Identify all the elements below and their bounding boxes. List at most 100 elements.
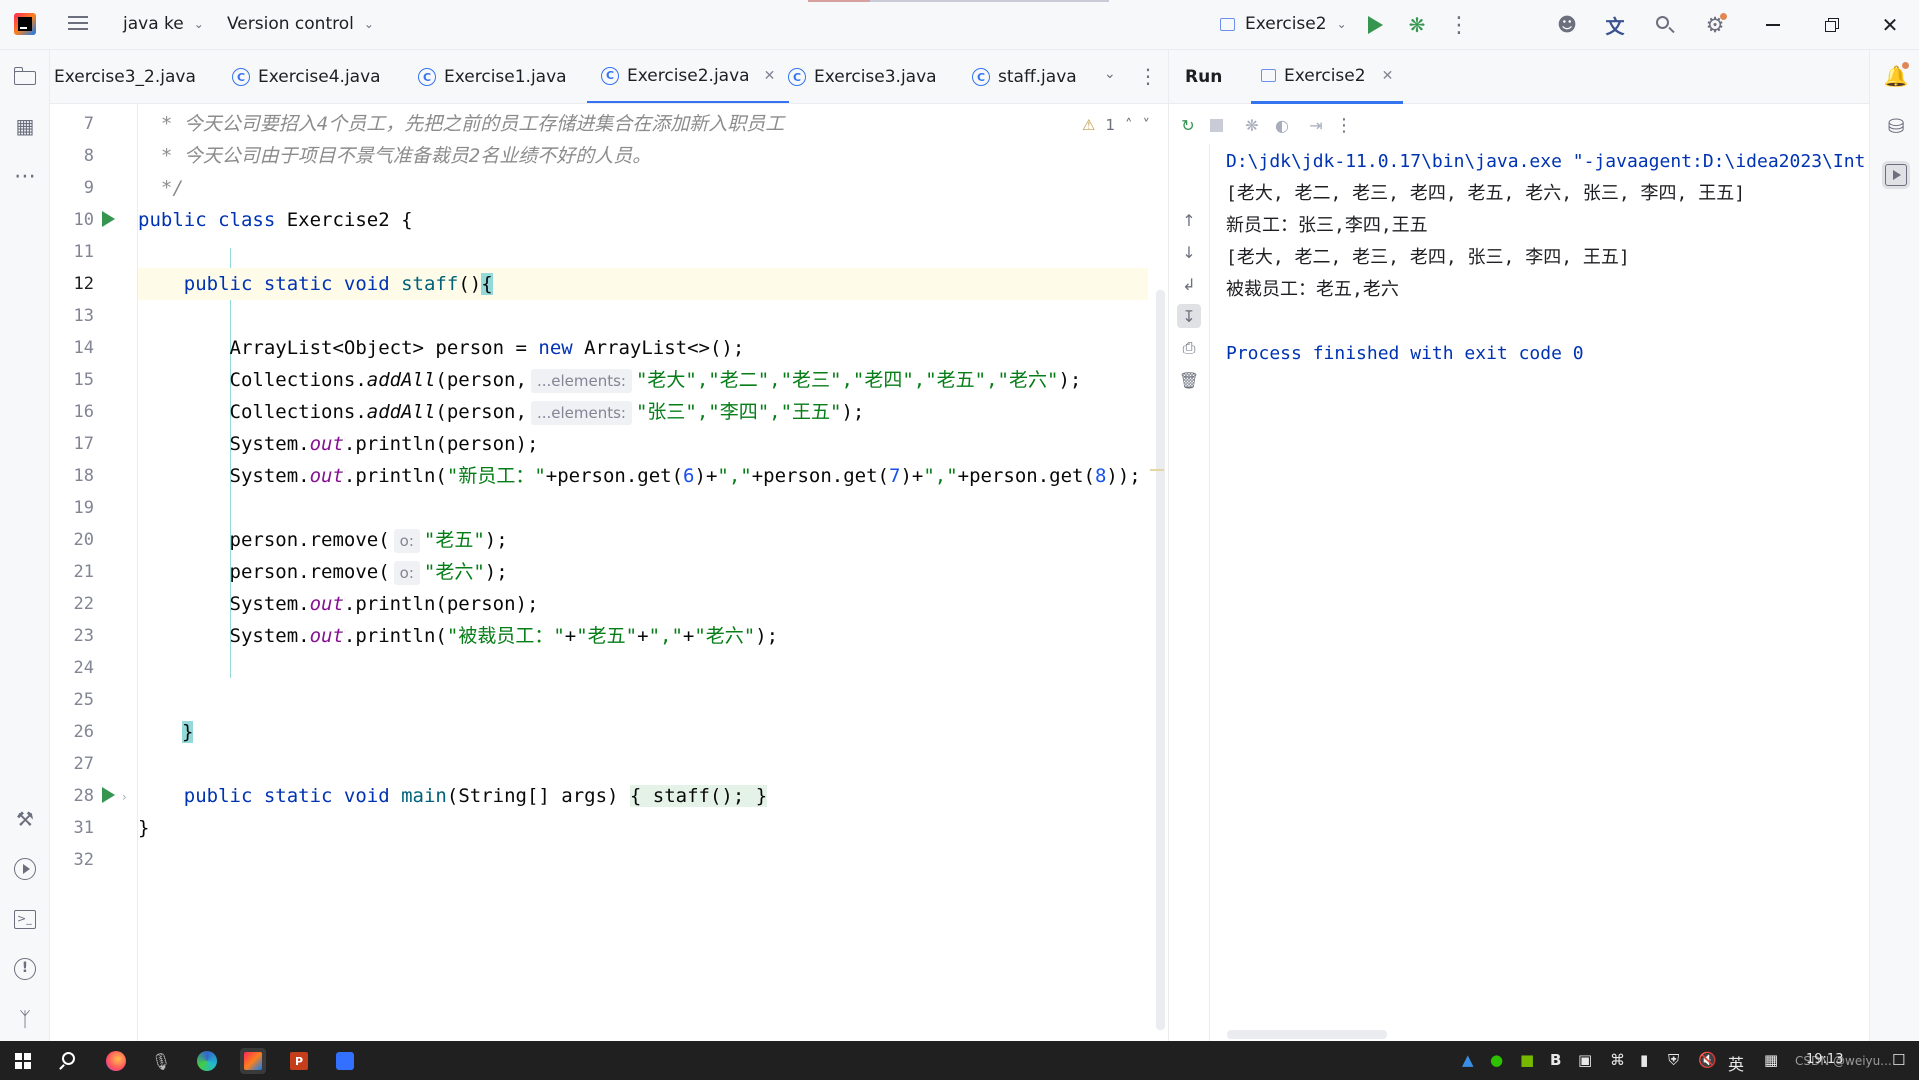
bluetooth-tray-icon[interactable]: ▲	[1462, 1051, 1474, 1069]
main-menu-icon[interactable]	[68, 14, 88, 32]
problems-icon[interactable]: !	[11, 955, 39, 983]
soft-wrap-icon[interactable]: ↲	[1177, 272, 1201, 296]
scroll-down-icon[interactable]: ↓	[1177, 240, 1201, 264]
debug-icon[interactable]: ❋	[1404, 12, 1430, 38]
minimize-icon[interactable]	[1760, 12, 1786, 38]
run-toolbar: ↻ ❋ ◐ ⇥ ⋮	[1169, 104, 1870, 144]
debug-bug-icon[interactable]: ❋	[1241, 114, 1263, 136]
scroll-up-icon[interactable]: ↑	[1177, 208, 1201, 232]
string-literal: "老六"	[694, 625, 756, 647]
git-branch-icon[interactable]: ᛉ	[11, 1005, 39, 1033]
editor-vertical-scrollbar[interactable]	[1156, 290, 1165, 1030]
ime-language-indicator[interactable]: 英	[1728, 1051, 1744, 1075]
add-user-icon[interactable]: ☻	[1554, 12, 1580, 38]
clock-time[interactable]: 19:13	[1806, 1052, 1843, 1067]
code-editor[interactable]: 7 8 9 10 11 12 13 14 15 16 17 18 19 20 2…	[50, 104, 1168, 1041]
more-options-icon[interactable]: ⋮	[1333, 114, 1355, 136]
tab-exercise3-2[interactable]: Exercise3_2.java	[50, 50, 196, 103]
tab-label: Exercise2.java	[627, 65, 750, 86]
run-gutter-icon[interactable]	[102, 787, 115, 803]
inspection-widget[interactable]: ⚠ 1 ˄ ˅	[1082, 116, 1150, 134]
structure-icon[interactable]: ▦	[11, 112, 39, 140]
intellij-logo-icon[interactable]	[14, 13, 36, 35]
vcs-selector[interactable]: Version control ⌄	[227, 14, 374, 34]
scrollbar-warning-mark[interactable]	[1150, 469, 1164, 471]
tab-exercise3[interactable]: C Exercise3.java	[788, 50, 937, 103]
ime-grid-icon[interactable]: ▦	[1764, 1051, 1778, 1069]
code-text: );	[484, 561, 508, 583]
edge-browser-icon[interactable]	[194, 1048, 220, 1074]
tab-exercise1[interactable]: C Exercise1.java	[418, 50, 567, 103]
tab-exercise4[interactable]: C Exercise4.java	[232, 50, 381, 103]
trash-icon[interactable]: 🗑	[1177, 368, 1201, 392]
search-icon[interactable]	[1652, 12, 1678, 38]
folded-code-region[interactable]: { staff(); }	[629, 785, 768, 807]
wifi-tray-icon[interactable]: ⌘	[1610, 1051, 1625, 1069]
run-tab-exercise2[interactable]: Exercise2 ✕	[1251, 50, 1404, 104]
line-number: 23	[73, 626, 94, 646]
project-selector[interactable]: java ke ⌄	[123, 14, 204, 34]
restore-icon[interactable]	[1819, 12, 1845, 38]
parameter-hint: o:	[393, 529, 420, 553]
battery-tray-icon[interactable]: ▮	[1640, 1051, 1648, 1069]
notification-center-icon[interactable]: ☐	[1892, 1051, 1905, 1069]
firefox-icon[interactable]	[103, 1048, 129, 1074]
scroll-to-end-icon[interactable]: ↧	[1177, 304, 1201, 328]
stop-icon[interactable]	[1205, 114, 1227, 136]
close-window-icon[interactable]: ✕	[1877, 12, 1903, 38]
tab-exercise2[interactable]: C Exercise2.java ✕	[587, 50, 790, 103]
close-tab-icon[interactable]: ✕	[1382, 68, 1394, 84]
translate-icon[interactable]: 文	[1602, 12, 1628, 38]
wechat-tray-icon[interactable]: ●	[1490, 1051, 1503, 1069]
security-tray-icon[interactable]: ⛨	[1668, 1051, 1679, 1069]
nvidia-tray-icon[interactable]: ■	[1520, 1051, 1534, 1069]
windows-start-icon[interactable]	[10, 1048, 36, 1074]
code-line-21: person.remove(o: "老六");	[138, 556, 1148, 588]
more-actions-icon[interactable]: ⋮	[1446, 12, 1472, 38]
console-line: 新员工：张三,李四,王五	[1226, 215, 1428, 236]
more-tools-icon[interactable]: ⋯	[11, 162, 39, 190]
run-panel-icon[interactable]	[1882, 161, 1910, 189]
tab-more-icon[interactable]: ⋮	[1138, 64, 1158, 88]
console-horizontal-scrollbar[interactable]	[1227, 1030, 1387, 1039]
powerpoint-icon[interactable]: P	[286, 1048, 312, 1074]
close-tab-icon[interactable]: ✕	[764, 68, 776, 84]
code-line-14: ArrayList<Object> person = new ArrayList…	[138, 332, 1148, 364]
run-gutter-icon[interactable]	[102, 211, 115, 227]
tab-label: Exercise3.java	[814, 67, 937, 87]
code-line-16: Collections.addAll(person, ...elements: "张…	[138, 396, 1148, 428]
run-config-selector[interactable]: Exercise2 ⌄	[1220, 14, 1347, 34]
code-text: +person.get(	[545, 465, 684, 487]
terminal-icon[interactable]: >_	[11, 905, 39, 933]
chevron-down-icon: ⌄	[363, 17, 374, 31]
code-line-20: person.remove(o: "老五");	[138, 524, 1148, 556]
clipboard-tray-icon[interactable]: ▣	[1578, 1051, 1592, 1069]
previous-highlight-icon[interactable]: ˄	[1125, 116, 1133, 134]
microphone-icon[interactable]: 🎙	[148, 1048, 174, 1074]
fold-chevron-icon[interactable]: ›	[122, 790, 127, 804]
string-literal: ","	[717, 465, 752, 487]
volume-tray-icon[interactable]: 🔇	[1698, 1051, 1717, 1069]
intellij-taskbar-icon[interactable]	[240, 1048, 266, 1074]
feishu-icon[interactable]	[332, 1048, 358, 1074]
print-icon[interactable]: ⎙	[1177, 336, 1201, 360]
line-number: 22	[73, 594, 94, 614]
b-tray-icon[interactable]: B	[1550, 1051, 1561, 1069]
exit-icon[interactable]: ⇥	[1305, 114, 1327, 136]
app-config-icon	[1261, 69, 1276, 82]
console-output[interactable]: D:\jdk\jdk-11.0.17\bin\java.exe "-javaag…	[1226, 146, 1866, 1026]
project-folder-icon[interactable]	[11, 62, 39, 90]
camera-icon[interactable]: ◐	[1271, 114, 1293, 136]
build-hammer-icon[interactable]: ⚒	[11, 805, 39, 833]
code-text: System.	[138, 625, 310, 647]
taskbar-search-icon[interactable]	[55, 1048, 81, 1074]
code-line-18: System.out.println("新员工："+person.get(6)+…	[138, 460, 1148, 492]
tab-list-chevron-icon[interactable]: ⌄	[1104, 66, 1116, 82]
services-icon[interactable]	[11, 855, 39, 883]
project-name: java ke	[123, 14, 184, 34]
run-icon[interactable]	[1362, 12, 1388, 38]
tab-staff[interactable]: C staff.java	[972, 50, 1077, 103]
next-highlight-icon[interactable]: ˅	[1143, 116, 1151, 134]
database-icon[interactable]: ⛁	[1882, 112, 1910, 140]
rerun-icon[interactable]: ↻	[1177, 114, 1199, 136]
